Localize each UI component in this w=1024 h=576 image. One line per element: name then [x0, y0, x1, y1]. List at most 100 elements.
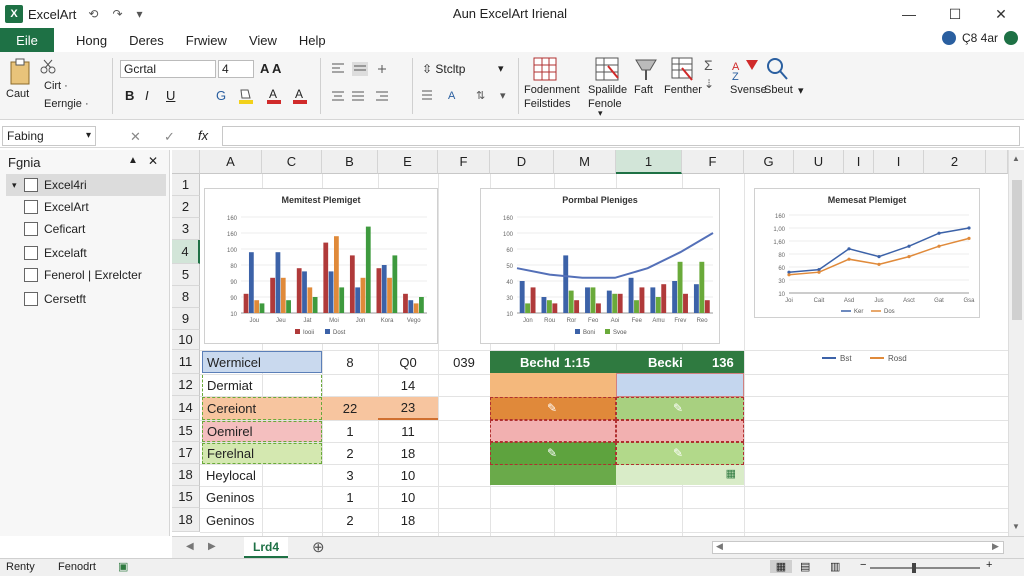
highlight-color-icon[interactable]: A: [290, 86, 310, 106]
select-all-corner[interactable]: [172, 150, 200, 174]
styles-dropdown[interactable]: ⇳ Stcltp: [422, 62, 465, 76]
cell[interactable]: Q0: [378, 351, 438, 373]
vertical-scrollbar[interactable]: ▲ ▼: [1008, 150, 1024, 536]
table-header-cell[interactable]: 136: [708, 351, 744, 373]
cell[interactable]: Heylocal: [202, 465, 322, 486]
row-header[interactable]: 15: [172, 486, 200, 508]
cell[interactable]: 23: [378, 397, 438, 420]
spreadsheet-grid[interactable]: A C B E F D M 1 F G U I I 2 1 2 3 4 5 8 …: [172, 150, 1008, 536]
macro-icon[interactable]: ▣: [118, 560, 128, 573]
fill-color-icon[interactable]: [236, 86, 256, 106]
quick-analysis-icon[interactable]: ▦: [726, 467, 736, 480]
table-cell[interactable]: ▦: [616, 465, 744, 485]
cancel-icon[interactable]: ✕: [130, 129, 141, 145]
nav-item-6[interactable]: Cersetft: [6, 288, 166, 310]
comment-icon[interactable]: ✎: [673, 446, 683, 460]
tab-home[interactable]: Hong: [76, 33, 107, 48]
table-cell[interactable]: [616, 420, 744, 442]
tab-view[interactable]: View: [249, 33, 277, 48]
cell[interactable]: 039: [438, 351, 490, 373]
cell[interactable]: Ferelnal: [202, 443, 322, 464]
sort-filter-icon[interactable]: AZ: [730, 56, 760, 82]
scissors-icon[interactable]: [40, 58, 56, 74]
underline-button[interactable]: U: [166, 88, 175, 103]
col-header[interactable]: I: [874, 150, 924, 174]
cell[interactable]: 18: [378, 509, 438, 531]
table-cell[interactable]: ✎: [490, 442, 616, 465]
chart-1[interactable]: Memitest Plemiget 160 160 100 80 90 90 10 Jou Je…: [204, 188, 438, 344]
cell[interactable]: Dermiat: [202, 375, 322, 396]
col-header[interactable]: E: [378, 150, 438, 174]
cell[interactable]: 2: [322, 443, 378, 464]
font-name-select[interactable]: Gcrtal: [120, 60, 216, 78]
sheet-tab-active[interactable]: Lrd4: [244, 537, 288, 558]
font-size-select[interactable]: 4: [218, 60, 254, 78]
styles-chevron-icon[interactable]: ▾: [498, 62, 504, 75]
cell[interactable]: 11: [378, 421, 438, 442]
scroll-down-icon[interactable]: ▼: [1012, 522, 1020, 531]
nav-item-1[interactable]: ▾ Excel4ri: [6, 174, 166, 196]
table-cell[interactable]: [616, 373, 744, 397]
cell[interactable]: 1: [322, 487, 378, 508]
scroll-up-icon[interactable]: ▲: [1012, 154, 1020, 163]
zoom-slider-thumb[interactable]: [912, 563, 916, 573]
nav-collapse-icon[interactable]: ▲: [128, 155, 138, 166]
cell[interactable]: Wermicel: [202, 351, 322, 373]
alignment-bottom-icons[interactable]: [330, 88, 414, 106]
table-cell[interactable]: [490, 373, 616, 397]
group-3-label[interactable]: Faft: [634, 84, 653, 96]
hscroll-left-icon[interactable]: ◀: [716, 541, 723, 552]
group-1-label[interactable]: Fodenment: [524, 84, 580, 96]
collapse-ribbon-icon[interactable]: ▾: [598, 108, 603, 119]
formula-input[interactable]: [222, 126, 1020, 146]
col-header[interactable]: A: [200, 150, 262, 174]
col-header[interactable]: M: [554, 150, 616, 174]
cell-styles-icon[interactable]: [632, 56, 660, 82]
horizontal-scrollbar[interactable]: [712, 541, 1004, 554]
account-label[interactable]: Ç8 4ar: [962, 31, 998, 45]
name-box-chevron-icon[interactable]: ▾: [86, 127, 91, 145]
copy-label[interactable]: Cirt ·: [44, 80, 68, 92]
table-cell[interactable]: ✎: [616, 442, 744, 465]
alignment-top-icons[interactable]: [330, 60, 414, 78]
cell[interactable]: Geninos: [202, 509, 322, 531]
cell[interactable]: 10: [378, 465, 438, 486]
zoom-slider[interactable]: [870, 567, 980, 569]
row-header[interactable]: 18: [172, 508, 200, 532]
share-icon[interactable]: [941, 31, 956, 45]
group-5-label[interactable]: Svense: [730, 84, 767, 96]
cell[interactable]: Oemirel: [202, 421, 322, 442]
add-sheet-icon[interactable]: ⊕: [312, 538, 325, 556]
table-cell[interactable]: ✎: [616, 397, 744, 420]
row-header[interactable]: 10: [172, 330, 200, 350]
zoom-out-icon[interactable]: −: [860, 559, 866, 571]
cell[interactable]: Geninos: [202, 487, 322, 508]
page-layout-icon[interactable]: ▤: [800, 560, 810, 573]
table-header-cell[interactable]: 1:15: [560, 351, 616, 373]
conditional-format-icon[interactable]: [592, 56, 622, 82]
enter-icon[interactable]: ✓: [164, 129, 175, 145]
cut-label[interactable]: Caut: [6, 88, 29, 100]
minimize-button[interactable]: —: [886, 0, 932, 28]
format-cells-icon[interactable]: [668, 56, 696, 82]
page-break-icon[interactable]: ▥: [830, 560, 840, 573]
tab-insert[interactable]: Deres: [129, 33, 164, 48]
nav-item-3[interactable]: Ceficart: [6, 218, 166, 240]
scroll-thumb[interactable]: [1012, 180, 1022, 320]
font-color-icon[interactable]: A: [264, 86, 284, 106]
col-header[interactable]: F: [438, 150, 490, 174]
row-header[interactable]: 12: [172, 374, 200, 396]
comment-icon[interactable]: ✎: [547, 401, 557, 415]
col-header[interactable]: C: [262, 150, 322, 174]
hscroll-right-icon[interactable]: ▶: [992, 541, 999, 552]
cell[interactable]: 14: [378, 375, 438, 396]
cell[interactable]: 22: [322, 397, 378, 420]
row-header[interactable]: 11: [172, 350, 200, 374]
col-header[interactable]: D: [490, 150, 554, 174]
cell[interactable]: 8: [322, 351, 378, 373]
group-2-label[interactable]: Spalilde: [588, 84, 627, 96]
nav-item-5[interactable]: Fenerol | Exrelcter: [6, 264, 166, 286]
group-2-sublabel[interactable]: Fenole: [588, 98, 622, 110]
row-header[interactable]: 15: [172, 420, 200, 442]
maximize-button[interactable]: ☐: [932, 0, 978, 28]
